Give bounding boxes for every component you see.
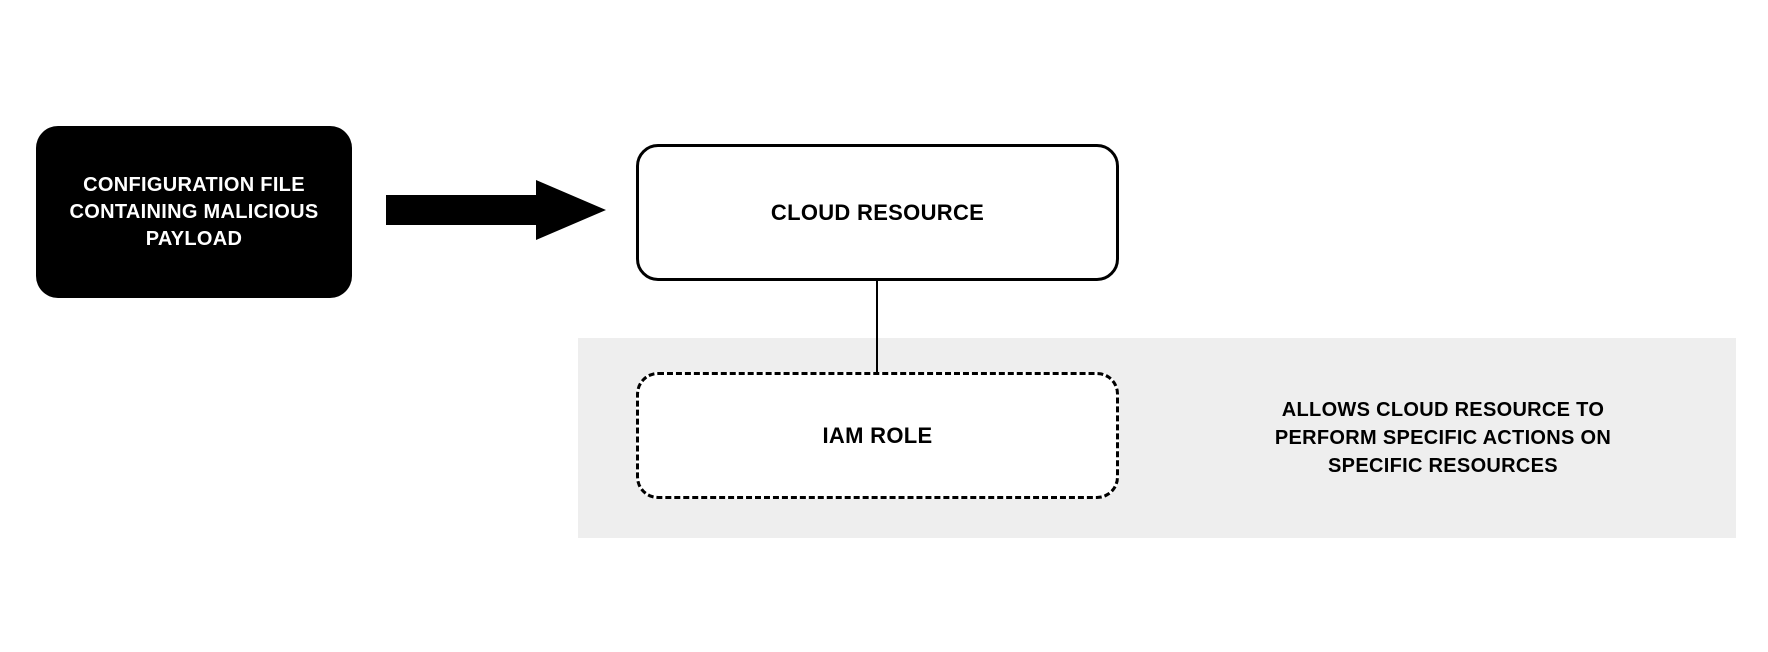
connector-cloud-to-iam [876, 281, 878, 372]
node-cloud-resource-label: CLOUD RESOURCE [771, 198, 984, 228]
node-iam-role-label: IAM ROLE [823, 421, 933, 451]
node-config-file-label: CONFIGURATION FILE CONTAINING MALICIOUS … [64, 172, 324, 253]
iam-description-text: ALLOWS CLOUD RESOURCE TO PERFORM SPECIFI… [1233, 396, 1653, 480]
arrow-config-to-cloud [386, 180, 606, 240]
diagram-canvas: CONFIGURATION FILE CONTAINING MALICIOUS … [0, 0, 1768, 652]
node-iam-role: IAM ROLE [636, 372, 1119, 499]
arrow-right-icon [386, 180, 606, 240]
node-cloud-resource: CLOUD RESOURCE [636, 144, 1119, 281]
node-config-file: CONFIGURATION FILE CONTAINING MALICIOUS … [36, 126, 352, 298]
